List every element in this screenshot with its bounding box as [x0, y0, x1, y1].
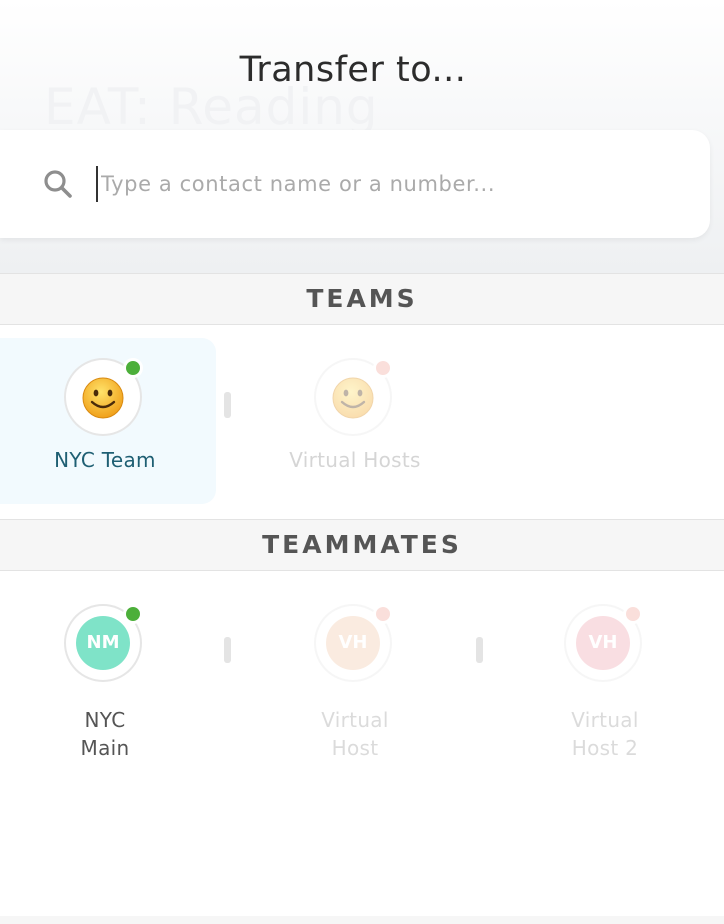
status-dot-online: [123, 358, 143, 378]
status-dot-offline: [373, 358, 393, 378]
search-icon[interactable]: [42, 168, 74, 200]
teammate-label-line2: Host 2: [571, 736, 639, 760]
teammate-label-line2: Main: [80, 736, 130, 760]
teammate-avatar: VH: [316, 604, 393, 680]
teammate-label-line1: NYC: [84, 708, 126, 732]
smiley-icon: [82, 377, 124, 419]
smiley-icon: [332, 377, 374, 419]
team-card-virtual-hosts[interactable]: Virtual Hosts: [250, 338, 466, 504]
team-label: Virtual Hosts: [289, 448, 421, 472]
status-dot-offline: [623, 604, 643, 624]
teammate-card-nyc-main[interactable]: NM NYC Main: [0, 586, 216, 766]
teammate-card-virtual-host-2[interactable]: VH Virtual Host 2: [500, 586, 716, 766]
teammate-label: Virtual Host: [250, 706, 460, 762]
teammate-avatar: VH: [566, 604, 643, 680]
teammate-label-line1: Virtual: [321, 708, 389, 732]
teammate-label-line2: Host: [331, 736, 379, 760]
carousel-divider: [224, 392, 231, 418]
status-dot-online: [123, 604, 143, 624]
team-avatar: [316, 358, 393, 434]
teammate-label: NYC Main: [0, 706, 210, 762]
teammate-card-virtual-host[interactable]: VH Virtual Host: [250, 586, 466, 766]
avatar-initials: VH: [576, 616, 630, 670]
carousel-divider: [224, 637, 231, 663]
carousel-divider: [476, 637, 483, 663]
team-label: NYC Team: [54, 448, 156, 472]
dialog-title: Transfer to...: [239, 50, 467, 90]
teammates-section-header: TEAMMATES: [0, 519, 724, 571]
avatar-initials: NM: [76, 616, 130, 670]
teammate-label: Virtual Host 2: [500, 706, 710, 762]
team-card-nyc-team[interactable]: NYC Team: [0, 338, 216, 504]
bottom-strip: [0, 916, 724, 924]
teams-section-header: TEAMS: [0, 273, 724, 325]
avatar-initials: VH: [326, 616, 380, 670]
team-avatar: [66, 358, 143, 434]
status-dot-offline: [373, 604, 393, 624]
search-input[interactable]: [96, 166, 661, 202]
teammate-label-line1: Virtual: [571, 708, 639, 732]
teammate-avatar: NM: [66, 604, 143, 680]
